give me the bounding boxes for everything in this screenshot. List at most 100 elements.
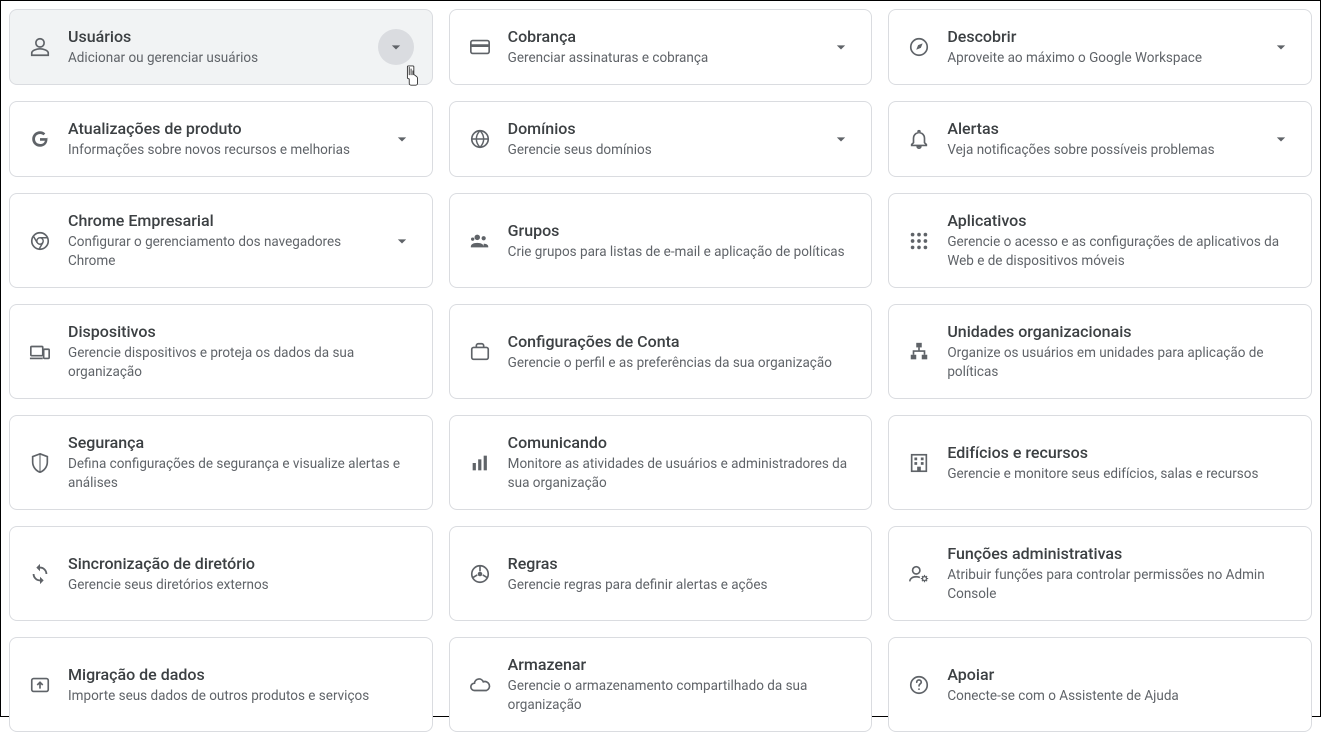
devices-icon — [28, 340, 52, 364]
card-title: Alertas — [947, 118, 1253, 140]
card-title: Edifícios e recursos — [947, 442, 1293, 464]
card-sincronizacao-de-diretorio[interactable]: Sincronização de diretórioGerencie seus … — [9, 526, 433, 621]
card-title: Migração de dados — [68, 664, 414, 686]
card-text: Funções administrativasAtribuir funções … — [947, 543, 1293, 604]
card-text: Edifícios e recursosGerencie e monitore … — [947, 442, 1293, 484]
card-title: Descobrir — [947, 26, 1253, 48]
card-description: Gerencie o armazenamento compartilhado d… — [508, 677, 854, 715]
expand-chevron-icon[interactable] — [1269, 35, 1293, 59]
card-migracao-de-dados[interactable]: Migração de dadosImporte seus dados de o… — [9, 637, 433, 732]
expand-chevron-icon[interactable] — [390, 127, 414, 151]
expand-chevron-icon[interactable] — [1269, 127, 1293, 151]
card-title: Apoiar — [947, 664, 1293, 686]
card-description: Monitore as atividades de usuários e adm… — [508, 455, 854, 493]
card-title: Domínios — [508, 118, 814, 140]
card-regras[interactable]: RegrasGerencie regras para definir alert… — [449, 526, 873, 621]
upload-box-icon — [28, 673, 52, 697]
card-title: Unidades organizacionais — [947, 321, 1293, 343]
card-funcoes-administrativas[interactable]: Funções administrativasAtribuir funções … — [888, 526, 1312, 621]
expand-chevron-icon[interactable] — [829, 35, 853, 59]
card-title: Sincronização de diretório — [68, 553, 414, 575]
cloud-icon — [468, 673, 492, 697]
card-text: Unidades organizacionaisOrganize os usuá… — [947, 321, 1293, 382]
card-text: Configurações de ContaGerencie o perfil … — [508, 331, 854, 373]
card-description: Atribuir funções para controlar permissõ… — [947, 566, 1293, 604]
card-edificios-e-recursos[interactable]: Edifícios e recursosGerencie e monitore … — [888, 415, 1312, 510]
card-grupos[interactable]: GruposCrie grupos para listas de e-mail … — [449, 193, 873, 288]
card-text: ArmazenarGerencie o armazenamento compar… — [508, 654, 854, 715]
card-description: Conecte-se com o Assistente de Ajuda — [947, 687, 1293, 706]
card-atualizacoes-de-produto[interactable]: Atualizações de produtoInformações sobre… — [9, 101, 433, 177]
card-description: Configurar o gerenciamento dos navegador… — [68, 233, 374, 271]
help-icon — [907, 673, 931, 697]
card-title: Aplicativos — [947, 210, 1293, 232]
chrome-icon — [28, 229, 52, 253]
card-title: Comunicando — [508, 432, 854, 454]
expand-chevron-icon[interactable] — [829, 127, 853, 151]
card-text: DispositivosGerencie dispositivos e prot… — [68, 321, 414, 382]
card-seguranca[interactable]: SegurançaDefina configurações de seguran… — [9, 415, 433, 510]
card-description: Crie grupos para listas de e-mail e apli… — [508, 243, 854, 262]
card-text: DomíniosGerencie seus domínios — [508, 118, 814, 160]
card-text: ApoiarConecte-se com o Assistente de Aju… — [947, 664, 1293, 706]
card-description: Gerencie o perfil e as preferências da s… — [508, 354, 854, 373]
card-configuracoes-de-conta[interactable]: Configurações de ContaGerencie o perfil … — [449, 304, 873, 399]
card-comunicando[interactable]: ComunicandoMonitore as atividades de usu… — [449, 415, 873, 510]
compass-icon — [907, 35, 931, 59]
steering-icon — [468, 562, 492, 586]
google-g-icon — [28, 127, 52, 151]
card-title: Funções administrativas — [947, 543, 1293, 565]
card-title: Chrome Empresarial — [68, 210, 374, 232]
card-chrome-empresarial[interactable]: Chrome EmpresarialConfigurar o gerenciam… — [9, 193, 433, 288]
card-cobranca[interactable]: CobrançaGerenciar assinaturas e cobrança — [449, 9, 873, 85]
card-description: Gerencie seus diretórios externos — [68, 576, 414, 595]
card-text: ComunicandoMonitore as atividades de usu… — [508, 432, 854, 493]
card-dominios[interactable]: DomíniosGerencie seus domínios — [449, 101, 873, 177]
card-title: Usuários — [68, 26, 362, 48]
card-unidades-organizacionais[interactable]: Unidades organizacionaisOrganize os usuá… — [888, 304, 1312, 399]
card-description: Importe seus dados de outros produtos e … — [68, 687, 414, 706]
expand-chevron-icon[interactable] — [390, 229, 414, 253]
card-aplicativos[interactable]: AplicativosGerencie o acesso e as config… — [888, 193, 1312, 288]
card-text: SegurançaDefina configurações de seguran… — [68, 432, 414, 493]
building-icon — [907, 451, 931, 475]
pointer-cursor-icon — [402, 65, 422, 87]
card-title: Configurações de Conta — [508, 331, 854, 353]
card-description: Gerencie seus domínios — [508, 141, 814, 160]
sync-icon — [28, 562, 52, 586]
card-title: Dispositivos — [68, 321, 414, 343]
org-tree-icon — [907, 340, 931, 364]
card-text: Migração de dadosImporte seus dados de o… — [68, 664, 414, 706]
card-description: Gerencie o acesso e as configurações de … — [947, 233, 1293, 271]
bell-icon — [907, 127, 931, 151]
card-title: Cobrança — [508, 26, 814, 48]
card-apoiar[interactable]: ApoiarConecte-se com o Assistente de Aju… — [888, 637, 1312, 732]
card-description: Aproveite ao máximo o Google Workspace — [947, 49, 1253, 68]
card-text: UsuáriosAdicionar ou gerenciar usuários — [68, 26, 362, 68]
card-description: Defina configurações de segurança e visu… — [68, 455, 414, 493]
card-usuarios[interactable]: UsuáriosAdicionar ou gerenciar usuários — [9, 9, 433, 85]
groups-icon — [468, 229, 492, 253]
expand-chevron-icon[interactable] — [378, 29, 414, 65]
card-title: Grupos — [508, 220, 854, 242]
card-armazenar[interactable]: ArmazenarGerencie o armazenamento compar… — [449, 637, 873, 732]
card-title: Armazenar — [508, 654, 854, 676]
card-text: AplicativosGerencie o acesso e as config… — [947, 210, 1293, 271]
credit-card-icon — [468, 35, 492, 59]
shield-icon — [28, 451, 52, 475]
briefcase-icon — [468, 340, 492, 364]
card-description: Veja notificações sobre possíveis proble… — [947, 141, 1253, 160]
card-description: Informações sobre novos recursos e melho… — [68, 141, 374, 160]
person-icon — [28, 35, 52, 59]
globe-icon — [468, 127, 492, 151]
card-dispositivos[interactable]: DispositivosGerencie dispositivos e prot… — [9, 304, 433, 399]
card-description: Gerencie e monitore seus edifícios, sala… — [947, 465, 1293, 484]
card-alertas[interactable]: AlertasVeja notificações sobre possíveis… — [888, 101, 1312, 177]
card-description: Gerenciar assinaturas e cobrança — [508, 49, 814, 68]
card-text: Sincronização de diretórioGerencie seus … — [68, 553, 414, 595]
card-text: DescobrirAproveite ao máximo o Google Wo… — [947, 26, 1253, 68]
apps-icon — [907, 229, 931, 253]
card-description: Organize os usuários em unidades para ap… — [947, 344, 1293, 382]
card-title: Regras — [508, 553, 854, 575]
card-descobrir[interactable]: DescobrirAproveite ao máximo o Google Wo… — [888, 9, 1312, 85]
